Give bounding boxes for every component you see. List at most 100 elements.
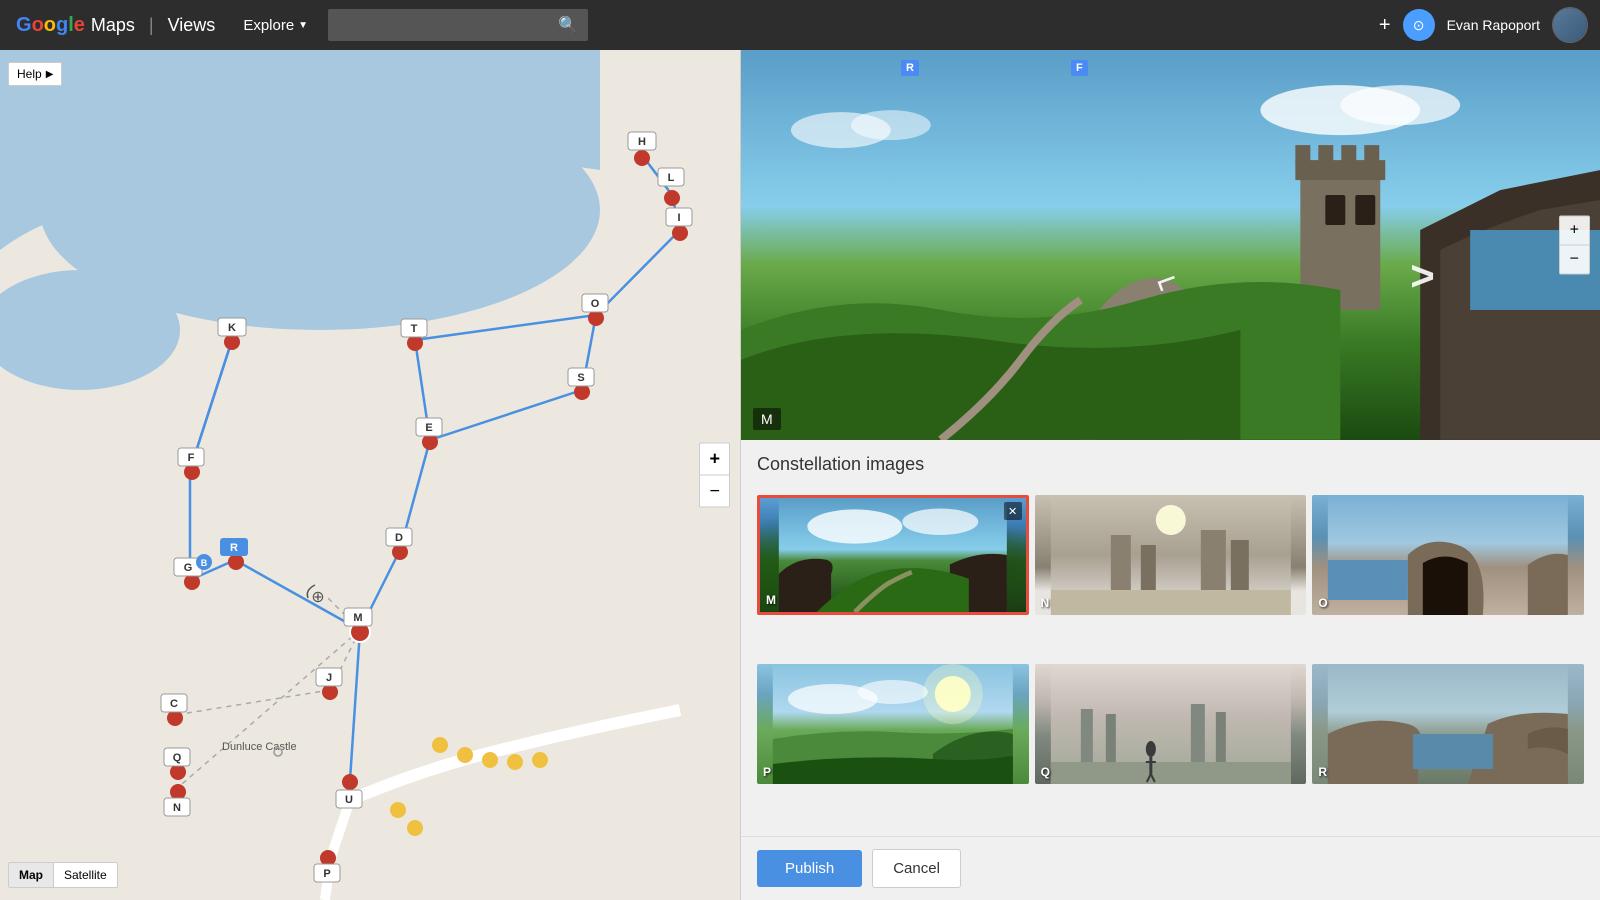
road-south xyxy=(325,800,350,900)
help-button[interactable]: Help ▶ xyxy=(8,62,62,86)
marker-m-label: M xyxy=(353,612,362,624)
marker-t-label: T xyxy=(411,323,418,335)
line-s-e xyxy=(430,390,582,440)
constellation-section: Constellation images xyxy=(741,440,1600,495)
marker-u-label: U xyxy=(345,794,353,806)
logo: Google Maps | Views xyxy=(0,14,231,37)
line-r-m xyxy=(235,560,360,630)
thumbnail-n[interactable]: N xyxy=(1035,495,1307,615)
right-panel: ⌐ > R F M + − Constellation images ✕ xyxy=(740,50,1600,900)
marker-k-label: K xyxy=(228,322,236,334)
yellow-dot-5 xyxy=(532,752,548,768)
marker-e-label: E xyxy=(425,422,432,434)
pano-svg: ⌐ > xyxy=(741,50,1600,440)
thumb-m-svg xyxy=(760,498,1026,612)
constellation-title: Constellation images xyxy=(757,454,1584,475)
map-area[interactable]: Help ▶ xyxy=(0,50,740,900)
marker-q-label: Q xyxy=(173,752,182,764)
pano-view-label: M xyxy=(753,408,781,430)
line-m-u xyxy=(350,630,360,780)
map-zoom-in-button[interactable]: + xyxy=(700,444,729,475)
thumbnail-m-close[interactable]: ✕ xyxy=(1004,502,1022,520)
camera-icon-button[interactable]: ⊙ xyxy=(1403,9,1435,41)
header-right: + ⊙ Evan Rapoport xyxy=(1379,7,1600,43)
yellow-dot-7 xyxy=(407,820,423,836)
thumbnail-m[interactable]: ✕ xyxy=(757,495,1029,615)
marker-o-label: O xyxy=(591,298,600,310)
thumbnail-q-label: Q xyxy=(1041,765,1050,779)
dunluce-label: Dunluce Castle xyxy=(222,741,297,753)
map-type-map-button[interactable]: Map xyxy=(9,863,53,887)
map-type-controls: Map Satellite xyxy=(8,862,118,888)
explore-button[interactable]: Explore ▼ xyxy=(231,17,320,34)
marker-l-label: L xyxy=(668,172,675,184)
divider-pipe: | xyxy=(149,15,154,36)
action-bar: Publish Cancel xyxy=(741,836,1600,900)
marker-p-label: P xyxy=(323,868,330,880)
pano-marker-f: F xyxy=(1071,60,1088,76)
yellow-dot-3 xyxy=(482,752,498,768)
map-zoom-controls: + − xyxy=(699,443,730,508)
thumbnail-o[interactable]: O xyxy=(1312,495,1584,615)
add-icon[interactable]: + xyxy=(1379,14,1391,37)
user-name: Evan Rapoport xyxy=(1447,17,1540,33)
marker-f-label: F xyxy=(188,452,195,464)
marker-c-label: C xyxy=(170,698,178,710)
marker-r-label: R xyxy=(230,542,238,554)
thumb-n-svg xyxy=(1035,495,1307,615)
pano-marker-r: R xyxy=(901,60,919,76)
pano-zoom-in-button[interactable]: + xyxy=(1560,217,1589,245)
map-type-satellite-button[interactable]: Satellite xyxy=(54,863,117,887)
publish-button[interactable]: Publish xyxy=(757,850,862,887)
marker-i-label: I xyxy=(677,212,680,224)
thumbnail-q[interactable]: Q xyxy=(1035,664,1307,784)
marker-r-dot[interactable] xyxy=(228,554,244,570)
marker-d-label: D xyxy=(395,532,403,544)
thumbnail-grid: ✕ xyxy=(741,495,1600,836)
pano-zoom-out-button[interactable]: − xyxy=(1560,246,1589,274)
cancel-button[interactable]: Cancel xyxy=(872,849,961,888)
dash-m-n xyxy=(175,630,360,790)
avatar[interactable] xyxy=(1552,7,1588,43)
yellow-dot-2 xyxy=(457,747,473,763)
pano-view: ⌐ > R F M + − xyxy=(741,50,1600,440)
search-box: 🔍 xyxy=(328,9,588,41)
search-input[interactable] xyxy=(328,11,548,39)
explore-dropdown-arrow: ▼ xyxy=(298,20,308,31)
camera-icon: ⊙ xyxy=(1413,17,1425,34)
yellow-dot-6 xyxy=(390,802,406,818)
search-button[interactable]: 🔍 xyxy=(548,9,588,41)
thumb-q-svg xyxy=(1035,664,1307,784)
thumbnail-o-label: O xyxy=(1318,596,1327,610)
thumbnail-n-label: N xyxy=(1041,596,1050,610)
pano-zoom-controls: + − xyxy=(1559,216,1590,275)
thumbnail-r[interactable]: R xyxy=(1312,664,1584,784)
views-label: Views xyxy=(168,15,216,36)
marker-i-dot[interactable] xyxy=(672,225,688,241)
marker-n-label: N xyxy=(173,802,181,814)
maps-label: Maps xyxy=(91,15,135,36)
line-o-t xyxy=(415,315,596,340)
yellow-dot-1 xyxy=(432,737,448,753)
line-down-o xyxy=(596,230,680,315)
marker-s-label: S xyxy=(577,372,584,384)
header: Google Maps | Views Explore ▼ 🔍 + ⊙ Evan… xyxy=(0,0,1600,50)
avatar-image xyxy=(1553,8,1587,42)
explore-label: Explore xyxy=(243,17,294,34)
thumb-p-svg xyxy=(757,664,1029,784)
thumb-o-svg xyxy=(1312,495,1584,615)
dash-j-c xyxy=(175,690,330,715)
thumbnail-p[interactable]: P xyxy=(757,664,1029,784)
thumbnail-p-label: P xyxy=(763,765,771,779)
marker-b-label: B xyxy=(201,558,208,568)
marker-h-label: H xyxy=(638,136,646,148)
yellow-dot-4 xyxy=(507,754,523,770)
svg-text:>: > xyxy=(1410,252,1435,299)
marker-h-dot[interactable] xyxy=(634,150,650,166)
marker-l-dot[interactable] xyxy=(664,190,680,206)
thumb-r-svg xyxy=(1312,664,1584,784)
map-zoom-out-button[interactable]: − xyxy=(700,476,729,507)
thumbnail-r-label: R xyxy=(1318,765,1327,779)
google-logo: Google xyxy=(16,14,85,37)
marker-u-dot[interactable] xyxy=(342,774,358,790)
